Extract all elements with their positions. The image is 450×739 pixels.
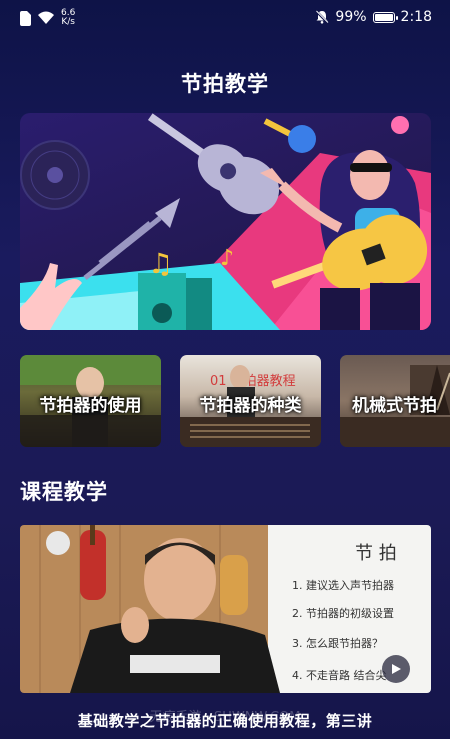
wifi-icon	[38, 11, 54, 24]
sim-icon	[20, 10, 31, 26]
board-line: 1. 建议选入声节拍器	[292, 578, 394, 592]
category-list: 节拍器的使用 01 节拍器教程 节拍器的种类 机械式节拍	[20, 355, 450, 447]
board-line: 3. 怎么跟节拍器？	[292, 636, 383, 650]
course-video-caption[interactable]: 基础教学之节拍器的正确使用教程，第三讲	[0, 710, 450, 731]
guitarist-illustration: ♫ ♪ ♪	[20, 113, 431, 330]
board-title: 节 拍	[355, 543, 397, 564]
section-title-courses: 课程教学	[20, 480, 108, 504]
battery-icon	[372, 11, 398, 23]
board-line: 2. 节拍器的初级设置	[292, 606, 394, 620]
video-thumbnail: 节 拍 1. 建议选入声节拍器 2. 节拍器的初级设置 3. 怎么跟节拍器？ 4…	[20, 525, 431, 693]
course-video-card[interactable]: 节 拍 1. 建议选入声节拍器 2. 节拍器的初级设置 3. 怎么跟节拍器？ 4…	[20, 525, 431, 693]
svg-text:♫: ♫	[148, 247, 173, 280]
play-icon	[392, 664, 401, 674]
category-card-mechanical[interactable]: 机械式节拍	[340, 355, 450, 447]
battery-percent: 99%	[335, 9, 367, 25]
category-label: 节拍器的种类	[199, 396, 302, 416]
category-label: 机械式节拍	[352, 396, 437, 416]
board-line: 4. 不走音路 结合尖	[292, 668, 387, 682]
category-label: 节拍器的使用	[39, 396, 142, 416]
network-speed: 6.6 K/s	[61, 8, 76, 27]
page-title: 节拍教学	[181, 72, 269, 96]
category-card-types[interactable]: 01 节拍器教程 节拍器的种类	[180, 355, 321, 447]
category-card-usage[interactable]: 节拍器的使用	[20, 355, 161, 447]
svg-text:♪: ♪	[220, 246, 234, 271]
bell-off-icon	[315, 10, 330, 24]
svg-text:01 节拍器教程: 01 节拍器教程	[210, 373, 296, 389]
play-button[interactable]	[382, 655, 410, 683]
clock: 2:18	[400, 9, 432, 25]
hero-banner[interactable]: ♫ ♪ ♪	[20, 113, 431, 330]
status-bar: 6.6 K/s 99% 2:18	[0, 0, 450, 36]
